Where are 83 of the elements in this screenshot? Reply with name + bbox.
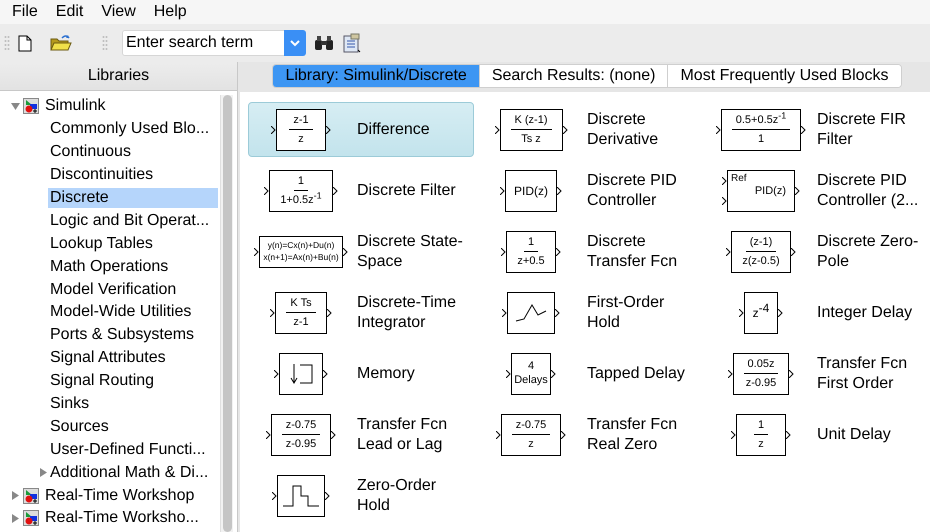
block-name: Unit Delay [817,424,892,444]
tab[interactable]: Most Frequently Used Blocks [667,65,901,87]
block-tile[interactable]: 4 Delays Tapped Delay [478,346,704,401]
tree-item[interactable]: Discontinuities [48,165,218,186]
block-name: Discrete State-Space [357,232,464,272]
tree-item[interactable]: Additional Math & Di... [48,462,218,483]
block-name: Discrete FIR Filter [817,110,907,150]
block-name: Discrete PID Controller (2... [817,170,920,210]
block-tile[interactable]: PID(z) Discrete PID Controller [478,163,704,218]
tree-item[interactable]: Commonly Used Blo... [48,119,218,140]
expand-arrow-icon[interactable] [40,468,46,478]
block-name: Discrete Derivative [587,110,660,150]
tab[interactable]: Library: Simulink/Discrete [273,65,479,87]
document-icon[interactable] [342,33,362,53]
collapse-arrow-icon[interactable] [10,102,20,110]
grip-icon [102,35,108,51]
grip-icon [4,35,10,51]
tree-item[interactable]: Logic and Bit Operat... [48,210,218,231]
block-name: Transfer Fcn Lead or Lag [357,414,448,454]
expand-arrow-icon[interactable] [12,514,18,523]
block-name: Transfer Fcn First Order [817,354,908,394]
block-name: Discrete Zero-Pole [817,232,920,272]
block-name: Integer Delay [817,302,914,322]
block-tile[interactable]: Ref PID(z) Discrete PID Controller (2... [708,163,930,218]
block-tile[interactable]: 1 1+0.5z$^{-1}$ Discrete Filter [248,163,474,218]
new-file-icon[interactable] [18,34,32,52]
block-tile[interactable]: 0.05z z-0.95 Transfer Fcn First Order [708,346,930,401]
panel-header: Libraries [0,62,237,91]
block-tile[interactable]: Memory [248,346,474,401]
chevron-down-icon [290,40,300,46]
block-name: Tapped Delay [587,364,686,384]
block-tile[interactable]: y(n)=Cx(n)+Du(n) x(n+1)=Ax(n)+Bu(n) Discrete State-Space [248,224,474,279]
tree-item[interactable]: Signal Attributes [48,348,218,368]
block-name: Memory [357,364,416,384]
block-name: Discrete PID Controller [587,170,678,210]
block-tile[interactable]: 0.5+0.5z$^{-1}$ 1 Discrete FIR Filter [708,102,930,157]
scrollbar[interactable] [220,95,233,532]
tree-item[interactable]: Sinks [48,394,218,414]
tree-item[interactable]: Math Operations [48,256,218,277]
block-name: Discrete-Time Integrator [357,292,457,332]
dropdown-button[interactable] [284,30,306,56]
block-tile[interactable]: z-0.75 z Transfer Fcn Real Zero [478,407,704,462]
block-tile[interactable]: 1 z+0.5 Discrete Transfer Fcn [478,224,704,279]
tree-item[interactable]: Model-Wide Utilities [48,302,218,322]
tree-item[interactable]: Real-Time Workshop [43,486,218,506]
block-tile[interactable]: First-Order Hold [478,285,704,340]
block-tile[interactable]: K (z-1) Ts z Discrete Derivative [478,102,704,157]
block-tile[interactable]: Zero-Order Hold [248,468,474,523]
open-folder-icon[interactable] [50,34,72,52]
block-tile[interactable]: 1 z Unit Delay [708,407,930,462]
tree-item[interactable]: Discrete [48,188,218,208]
block-name: Zero-Order Hold [357,476,438,516]
tree-item[interactable]: Continuous [48,142,218,162]
block-tile[interactable]: (z-1) z(z-0.5) Discrete Zero-Pole [708,224,930,279]
tree-item[interactable]: User-Defined Functi... [48,440,218,460]
tree-item[interactable]: Real-Time Worksho... [43,508,218,528]
block-name: Difference [357,120,431,140]
block-symbol[interactable] [274,352,328,394]
block-name: Discrete Transfer Fcn [587,232,678,272]
menu-item[interactable]: View [93,3,144,21]
block-name: First-Order Hold [587,292,666,332]
tree-item[interactable]: Sources [48,416,218,437]
expand-arrow-icon[interactable] [12,491,18,500]
block-tile[interactable]: z-0.75 z-0.95 Transfer Fcn Lead or Lag [248,407,474,462]
tree-item[interactable]: Signal Routing [48,371,218,392]
menu-item[interactable]: File [4,3,46,21]
binoculars-icon[interactable] [314,35,334,51]
library-icon [23,488,39,504]
block-symbol[interactable] [502,292,560,334]
tree-item[interactable]: Model Verification [48,280,218,300]
library-icon [23,510,39,526]
menu-item[interactable]: Edit [48,3,92,21]
block-name: Transfer Fcn Real Zero [587,414,678,454]
menu-item[interactable]: Help [146,3,195,21]
block-tile[interactable]: K Ts z-1 Discrete-Time Integrator [248,285,474,340]
search-field[interactable]: Enter search term [122,30,284,56]
tree-item[interactable]: Simulink [43,96,218,116]
block-tile[interactable]: z-1 z Difference [248,102,474,157]
library-icon [23,98,39,114]
block-name: Discrete Filter [357,180,457,200]
block-symbol[interactable] [272,474,330,516]
tree-item[interactable]: Ports & Subsystems [48,325,218,346]
tree-item[interactable]: Lookup Tables [48,234,218,254]
